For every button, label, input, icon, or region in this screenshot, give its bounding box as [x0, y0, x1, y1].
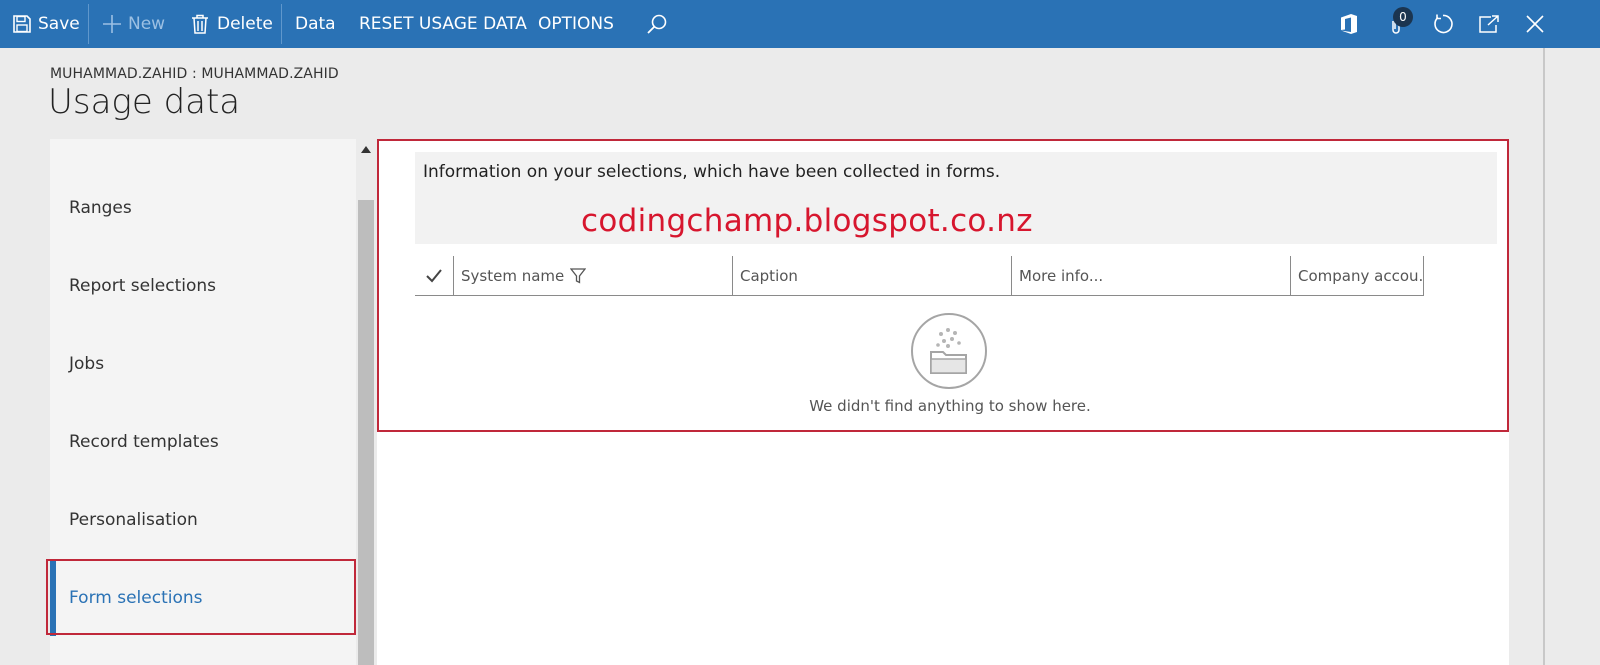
save-button[interactable]: Save: [12, 0, 80, 48]
user-context: MUHAMMAD.ZAHID : MUHAMMAD.ZAHID: [50, 66, 339, 82]
nav-scrollbar-thumb[interactable]: [358, 200, 374, 665]
options-tab[interactable]: OPTIONS: [538, 0, 614, 48]
nav-item-report-selections[interactable]: Report selections: [50, 248, 356, 324]
office-button[interactable]: [1339, 0, 1359, 48]
action-pane: Save New Delete Data RESET USAGE DATA OP…: [0, 0, 1600, 48]
search-icon: [647, 14, 667, 34]
annotation-highlight: [46, 559, 356, 635]
refresh-button[interactable]: [1432, 0, 1454, 48]
pop-out-icon: [1479, 15, 1499, 33]
new-label: New: [128, 14, 166, 34]
plus-icon: [103, 15, 121, 33]
page-gutter: [1509, 48, 1543, 665]
window-edge: [1543, 48, 1545, 665]
search-button[interactable]: [646, 0, 668, 48]
refresh-icon: [1434, 14, 1453, 34]
page-title: Usage data: [48, 82, 241, 122]
open-new-window-button[interactable]: [1478, 0, 1500, 48]
toolbar-divider: [281, 4, 282, 44]
attachments-count-badge: 0: [1393, 7, 1413, 27]
data-tab[interactable]: Data: [295, 0, 336, 48]
annotation-highlight: [377, 139, 1509, 432]
delete-label: Delete: [217, 14, 273, 34]
new-button[interactable]: New: [102, 0, 165, 48]
scroll-up-arrow-icon[interactable]: [358, 142, 374, 156]
save-icon: [13, 15, 31, 33]
close-button[interactable]: [1526, 0, 1544, 48]
delete-button[interactable]: Delete: [191, 0, 273, 48]
save-label: Save: [38, 14, 80, 34]
toolbar-divider: [88, 4, 89, 44]
trash-icon: [192, 14, 208, 34]
close-icon: [1526, 15, 1544, 33]
nav-item-personalisation[interactable]: Personalisation: [50, 482, 356, 558]
reset-usage-data-tab[interactable]: RESET USAGE DATA: [359, 0, 527, 48]
nav-item-ranges[interactable]: Ranges: [50, 170, 356, 246]
office-icon: [1341, 14, 1357, 34]
nav-item-record-templates[interactable]: Record templates: [50, 404, 356, 480]
nav-item-jobs[interactable]: Jobs: [50, 326, 356, 402]
